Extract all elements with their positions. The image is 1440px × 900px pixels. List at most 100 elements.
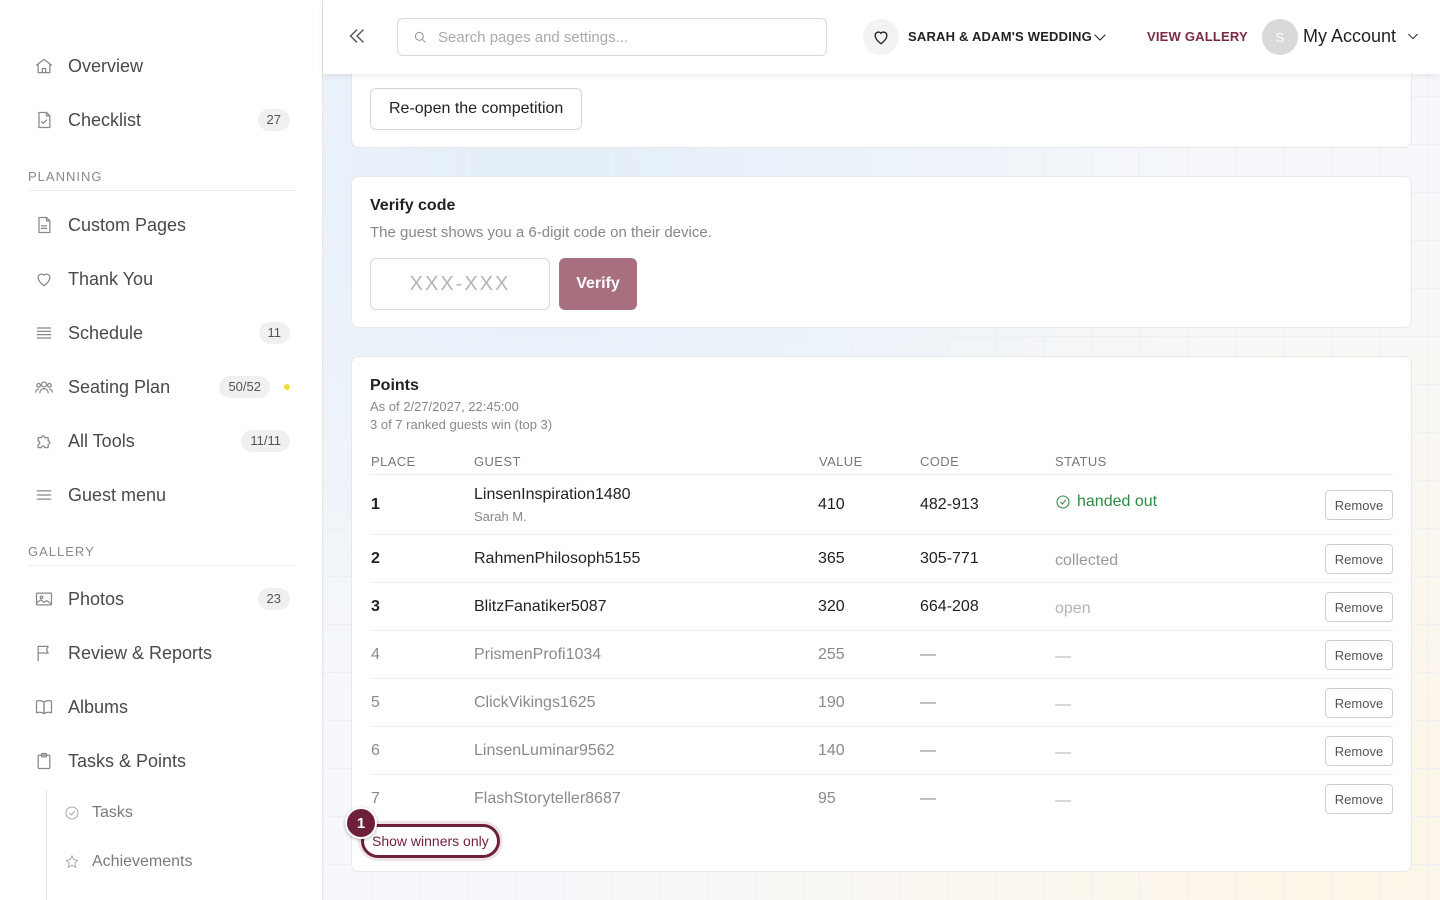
- guest-cell: BlitzFanatiker5087: [474, 598, 607, 615]
- sidebar-subitem-achievements[interactable]: Achievements: [64, 847, 294, 877]
- sidebar-item-thank-you[interactable]: Thank You: [28, 259, 296, 299]
- sidebar-item-label: Custom Pages: [68, 214, 187, 235]
- code-cell: 482-913: [920, 496, 979, 513]
- sidebar-item-custom-pages[interactable]: Custom Pages: [28, 205, 296, 245]
- place-cell: 3: [371, 598, 380, 615]
- sidebar-item-guest-menu[interactable]: Guest menu: [28, 475, 296, 515]
- show-winners-only-button[interactable]: Show winners only: [361, 824, 500, 858]
- status-text: —: [1055, 744, 1071, 761]
- event-heart-icon: [863, 19, 899, 55]
- code-cell: —: [920, 694, 936, 711]
- home-icon: [32, 54, 56, 78]
- status-dot: [284, 384, 290, 390]
- column-header-code: CODE: [920, 454, 960, 469]
- sidebar-item-label: Overview: [68, 55, 144, 76]
- count-badge: 27: [257, 109, 290, 131]
- count-badge: 11/11: [241, 430, 290, 452]
- guest-cell: ClickVikings1625: [474, 694, 596, 711]
- table-row: 2 RahmenPhilosoph5155 365 305-771 collec…: [370, 535, 1393, 583]
- sidebar-item-albums[interactable]: Albums: [28, 687, 296, 727]
- code-cell: —: [920, 790, 936, 807]
- collapse-sidebar-button[interactable]: [343, 22, 371, 50]
- sidebar-item-overview[interactable]: Overview: [28, 46, 296, 86]
- sidebar-item-seating-plan[interactable]: Seating Plan 50/52: [28, 367, 296, 407]
- sidebar-subitem-label: Tasks: [92, 804, 133, 821]
- search-box[interactable]: [397, 18, 827, 56]
- chevron-down-icon[interactable]: [1405, 28, 1423, 46]
- sidebar-item-label: Schedule: [68, 322, 144, 343]
- value-cell: 255: [818, 646, 845, 663]
- code-cell: —: [920, 742, 936, 759]
- table-row: 1 LinsenInspiration1480 Sarah M. 410 482…: [370, 475, 1393, 535]
- remove-button[interactable]: Remove: [1325, 688, 1393, 718]
- list-icon: [32, 321, 56, 345]
- card-title: Verify code: [370, 197, 456, 214]
- page-icon: [32, 213, 56, 237]
- table-row: 4 PrismenProfi1034 255 — — Remove: [370, 631, 1393, 679]
- search-icon: [414, 31, 426, 43]
- step-number-badge: 1: [345, 807, 377, 839]
- account-menu[interactable]: My Account: [1303, 26, 1396, 47]
- image-icon: [32, 587, 56, 611]
- section-title-planning: PLANNING: [28, 169, 296, 191]
- search-input[interactable]: [438, 28, 818, 46]
- sidebar-item-label: Checklist: [68, 109, 142, 130]
- status-text: collected: [1055, 552, 1119, 569]
- submenu-guide-line: [46, 790, 47, 900]
- remove-button[interactable]: Remove: [1325, 490, 1393, 520]
- place-cell: 1: [371, 496, 380, 513]
- sidebar-item-schedule[interactable]: Schedule 11: [28, 313, 296, 353]
- column-header-status: STATUS: [1055, 454, 1107, 469]
- points-card: Points As of 2/27/2027, 22:45:00 3 of 7 …: [351, 356, 1412, 872]
- guest-cell: LinsenInspiration1480: [474, 486, 631, 503]
- people-icon: [32, 375, 56, 399]
- sidebar-item-label: Albums: [68, 696, 129, 717]
- place-cell: 5: [371, 694, 380, 711]
- table-row: 3 BlitzFanatiker5087 320 664-208 open Re…: [370, 583, 1393, 631]
- reopen-competition-button[interactable]: Re-open the competition: [370, 88, 583, 130]
- code-cell: —: [920, 646, 936, 663]
- sidebar-item-tasks-points[interactable]: Tasks & Points: [28, 741, 296, 781]
- value-cell: 365: [818, 550, 845, 567]
- guest-real-name: Sarah M.: [474, 509, 527, 524]
- check-circle-icon: [65, 806, 79, 820]
- menu-icon: [32, 483, 56, 507]
- guest-cell: RahmenPhilosoph5155: [474, 550, 641, 567]
- sidebar: Overview Checklist 27 PLANNING Custom Pa…: [0, 0, 323, 900]
- sidebar-item-label: Photos: [68, 588, 125, 609]
- remove-button[interactable]: Remove: [1325, 592, 1393, 622]
- section-title-gallery: GALLERY: [28, 544, 296, 566]
- points-timestamp: As of 2/27/2027, 22:45:00: [370, 399, 519, 414]
- verify-code-card: Verify code The guest shows you a 6-digi…: [351, 176, 1412, 328]
- checklist-icon: [32, 108, 56, 132]
- sidebar-item-all-tools[interactable]: All Tools 11/11: [28, 421, 296, 461]
- guest-cell: FlashStoryteller8687: [474, 790, 621, 807]
- avatar[interactable]: S: [1262, 19, 1298, 55]
- view-gallery-link[interactable]: VIEW GALLERY: [1147, 29, 1248, 44]
- event-selector[interactable]: SARAH & ADAM'S WEDDING: [908, 29, 1092, 44]
- remove-button[interactable]: Remove: [1325, 544, 1393, 574]
- sidebar-item-review-reports[interactable]: Review & Reports: [28, 633, 296, 673]
- verify-code-input[interactable]: [370, 258, 550, 310]
- sidebar-item-label: Guest menu: [68, 484, 167, 505]
- main-content: SARAH & ADAM'S WEDDING VIEW GALLERY S My…: [323, 0, 1440, 900]
- status-text: —: [1055, 792, 1071, 809]
- sidebar-item-photos[interactable]: Photos 23: [28, 579, 296, 619]
- table-row: 7 FlashStoryteller8687 95 — — Remove: [370, 775, 1393, 823]
- remove-button[interactable]: Remove: [1325, 640, 1393, 670]
- remove-button[interactable]: Remove: [1325, 784, 1393, 814]
- verify-button[interactable]: Verify: [559, 258, 637, 310]
- points-summary: 3 of 7 ranked guests win (top 3): [370, 417, 553, 432]
- value-cell: 190: [818, 694, 845, 711]
- remove-button[interactable]: Remove: [1325, 736, 1393, 766]
- sidebar-item-checklist[interactable]: Checklist 27: [28, 100, 296, 140]
- card-description: The guest shows you a 6-digit code on th…: [370, 224, 712, 241]
- chevron-down-icon[interactable]: [1091, 28, 1109, 46]
- column-header-place: PLACE: [371, 454, 416, 469]
- topbar: SARAH & ADAM'S WEDDING VIEW GALLERY S My…: [323, 0, 1440, 74]
- guest-cell: PrismenProfi1034: [474, 646, 602, 663]
- status-text: handed out: [1077, 493, 1158, 510]
- table-row: 6 LinsenLuminar9562 140 — — Remove: [370, 727, 1393, 775]
- sidebar-subitem-tasks[interactable]: Tasks: [64, 798, 294, 828]
- table-row: 5 ClickVikings1625 190 — — Remove: [370, 679, 1393, 727]
